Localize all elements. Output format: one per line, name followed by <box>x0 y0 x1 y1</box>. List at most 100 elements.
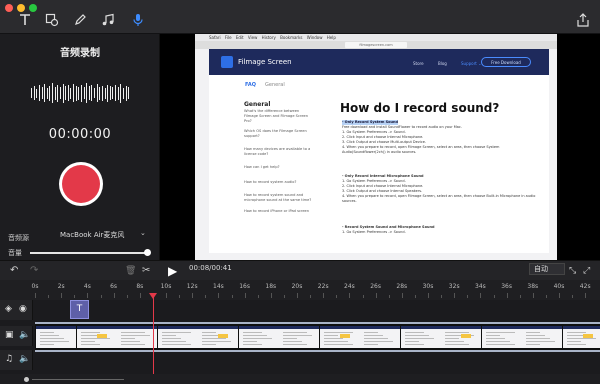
tick-label: 16s <box>239 283 250 290</box>
music-tool-button[interactable] <box>100 12 116 28</box>
article-line: - Only Record System Sound <box>342 120 399 125</box>
nav-blog: Blog <box>438 61 447 66</box>
tick-minor <box>74 295 76 298</box>
mic-tool-button[interactable] <box>130 12 146 28</box>
volume-slider-handle[interactable] <box>144 249 151 256</box>
waveform-bar <box>36 88 37 98</box>
waveform-bar <box>38 85 40 101</box>
sidebar-link: How many devices are available to a lice… <box>244 147 311 156</box>
tick-label: 8s <box>136 283 144 290</box>
waveform-bar <box>122 87 124 99</box>
tick-label: 28s <box>396 283 408 290</box>
waveform-bar <box>86 83 87 103</box>
speaker-icon[interactable]: 🔈 <box>19 354 30 364</box>
undo-icon[interactable]: ↶ <box>10 265 18 277</box>
article-line: - Only Record Internal Microphone Sound <box>342 174 424 178</box>
tick-minor <box>126 295 128 298</box>
overlay-track-header: ◈ ◉ <box>0 300 33 320</box>
tick-minor <box>388 295 390 298</box>
free-download-button: Free Download <box>481 57 531 67</box>
tick-label: 24s <box>344 283 355 290</box>
tick-label: 36s <box>501 283 512 290</box>
logo-icon <box>221 56 233 68</box>
video-thumbnail <box>198 326 238 348</box>
article-line: 3. Click Output and choose Multi-output … <box>342 140 427 144</box>
trash-icon[interactable]: 🗑 <box>125 265 136 277</box>
video-thumbnail <box>400 326 441 348</box>
pen-tool-button[interactable] <box>72 12 88 28</box>
zoom-window-button[interactable] <box>29 4 37 12</box>
redo-icon[interactable]: ↷ <box>30 265 38 277</box>
tick-minor <box>519 295 521 298</box>
tick-minor <box>257 295 259 298</box>
play-icon[interactable]: ▶ <box>168 265 177 277</box>
volume-slider[interactable] <box>30 252 148 254</box>
waveform-bar <box>125 85 127 101</box>
article-line: 3. Click Output and choose Internal Spea… <box>342 189 423 193</box>
article-line: 1. Go System Preferences -> Sound. <box>342 230 406 234</box>
close-window-button[interactable] <box>5 4 13 12</box>
sidebar-link: Which OS does the Filmage Screen support… <box>244 129 307 138</box>
zoom-select[interactable]: 自动 <box>529 263 565 275</box>
record-button[interactable] <box>59 162 103 206</box>
tick-mark <box>323 293 325 298</box>
tick-mark <box>349 293 351 298</box>
video-thumbnail <box>76 326 117 348</box>
video-clip[interactable] <box>35 322 600 352</box>
timeline-zoom-handle[interactable] <box>24 377 29 382</box>
tick-label: 18s <box>265 283 277 290</box>
tick-minor <box>179 295 181 298</box>
tick-mark <box>244 293 246 298</box>
video-thumbnail <box>319 326 360 348</box>
scissors-icon[interactable]: ✂ <box>142 265 150 277</box>
audio-source-select[interactable]: MacBook Air麦克风 <box>56 229 152 242</box>
tick-mark <box>192 293 194 298</box>
eye-icon[interactable]: ◉ <box>19 304 27 314</box>
video-thumbnail <box>36 326 76 348</box>
share-icon <box>577 13 589 27</box>
nav-support: Support ⌄ <box>461 61 482 66</box>
article-line: 2. Click Input and choose Internal Micro… <box>342 184 424 188</box>
site-name: Filmage Screen <box>238 58 292 66</box>
sidebar-link: How to record system sound and microphon… <box>244 193 312 202</box>
export-button[interactable] <box>575 12 591 28</box>
panel-title: 音频录制 <box>60 48 100 59</box>
tick-mark <box>61 293 63 298</box>
top-toolbar <box>0 0 600 34</box>
nav-store: Store <box>413 61 424 66</box>
tick-mark <box>139 293 141 298</box>
text-tool-button[interactable] <box>17 12 33 28</box>
shape-tool-button[interactable] <box>44 12 60 28</box>
mic-icon <box>133 14 143 26</box>
volume-label: 音量 <box>8 249 22 257</box>
tick-label: 22s <box>317 283 329 290</box>
article-line: 4. When you prepare to record, open Film… <box>342 194 536 203</box>
timeline-zoom-slider[interactable] <box>32 379 124 380</box>
playhead[interactable] <box>153 294 154 384</box>
record-timer: 00:00:00 <box>48 127 112 142</box>
tick-mark <box>585 293 587 298</box>
address-bar: filmagescreen.com <box>345 42 407 48</box>
minimize-window-button[interactable] <box>17 4 25 12</box>
speaker-icon[interactable]: 🔈 <box>19 330 30 340</box>
waveform-bar <box>128 87 129 99</box>
tick-mark <box>218 293 220 298</box>
text-clip[interactable]: T <box>70 300 89 319</box>
faq-page: FAQ General General What's the differenc… <box>209 75 549 253</box>
tick-minor <box>414 295 416 298</box>
tick-mark <box>35 293 36 298</box>
tick-minor <box>231 295 233 298</box>
tick-label: 4s <box>83 283 91 290</box>
zoom-out-icon[interactable]: ⤡ <box>569 265 576 277</box>
waveform-bar <box>65 86 66 100</box>
mac-menubar: Safari File Edit View History Bookmarks … <box>195 34 557 41</box>
article-line: - Record System Sound and Microphone Sou… <box>342 225 435 229</box>
fullscreen-icon[interactable]: ⤢ <box>583 265 590 277</box>
waveform-bar <box>33 86 35 100</box>
article-line: 4. When you prepare to record, open Film… <box>342 145 500 154</box>
article-title: How do I record sound? <box>340 101 500 115</box>
pen-icon <box>75 14 86 25</box>
tick-minor <box>441 295 443 298</box>
waveform-bar <box>31 88 32 98</box>
layers-icon[interactable]: ◈ <box>5 304 12 314</box>
